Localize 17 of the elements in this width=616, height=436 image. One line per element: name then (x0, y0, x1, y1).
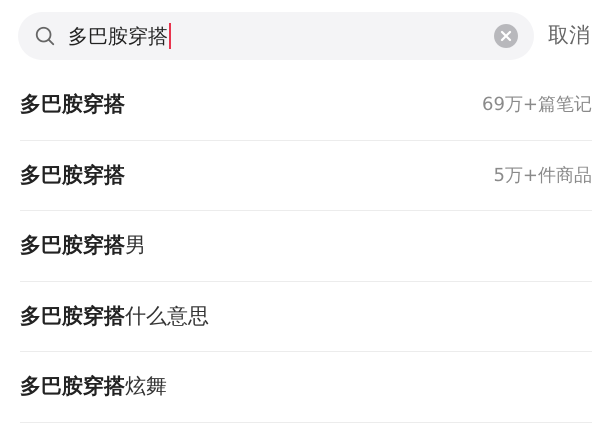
suggestion-item[interactable]: 多巴胺穿搭 69万+篇笔记 (20, 70, 592, 140)
suggestion-text: 多巴胺穿搭什么意思 (20, 302, 209, 330)
suggestion-text: 多巴胺穿搭 (20, 162, 125, 188)
suggestion-item[interactable]: 多巴胺穿搭炫舞 (20, 352, 592, 422)
result-count: 69万+篇笔记 (482, 93, 592, 118)
search-text: 多巴胺穿搭 (68, 23, 168, 50)
suggestion-text: 多巴胺穿搭男 (20, 232, 146, 259)
cancel-button[interactable]: 取消 (548, 20, 590, 52)
clear-icon[interactable] (494, 24, 518, 48)
suggestion-item[interactable]: 多巴胺穿搭 5万+件商品 (20, 140, 592, 211)
result-count: 5万+件商品 (493, 164, 592, 188)
search-field[interactable]: 多巴胺穿搭 (18, 12, 534, 60)
suggestion-item[interactable]: 多巴胺穿搭什么意思 (20, 282, 592, 352)
search-icon (34, 25, 56, 47)
suggestion-text: 多巴胺穿搭 (20, 91, 125, 118)
suggestion-item[interactable]: 多巴胺穿搭男 (20, 211, 592, 282)
suggestion-text: 多巴胺穿搭炫舞 (20, 373, 167, 400)
